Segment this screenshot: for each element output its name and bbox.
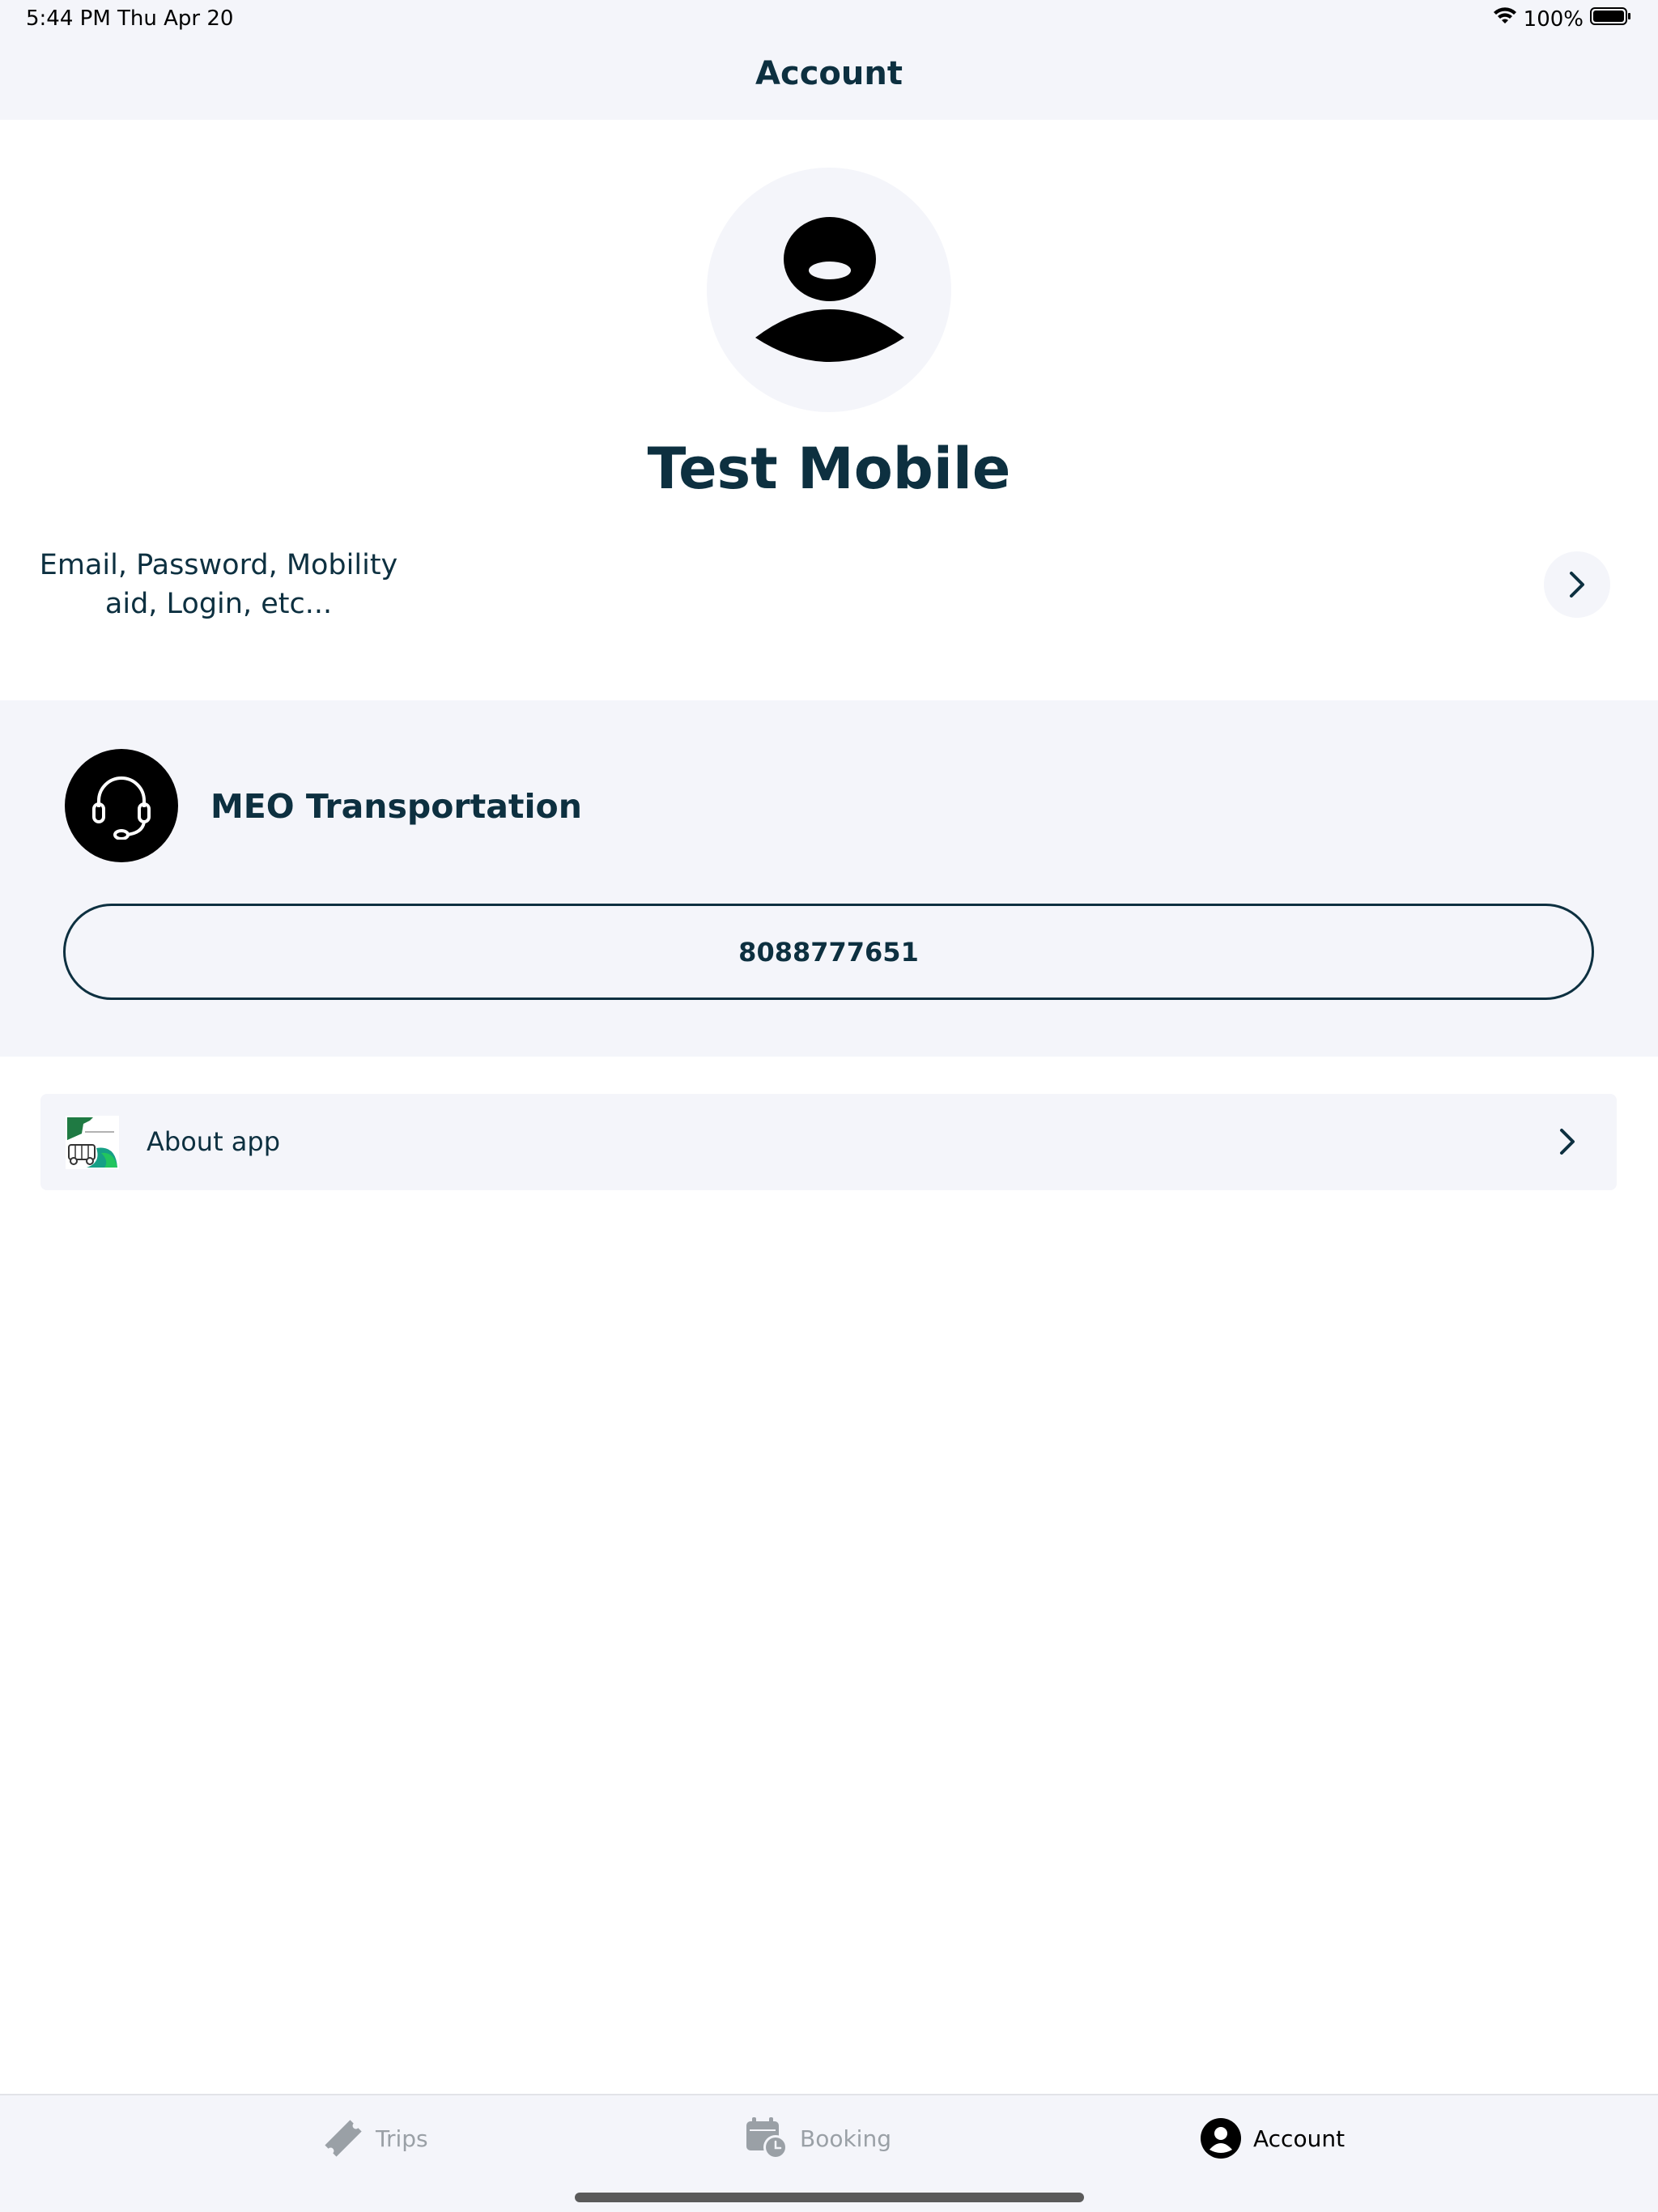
status-indicators: 100% bbox=[1493, 6, 1632, 32]
person-icon bbox=[755, 217, 904, 362]
tab-booking-label: Booking bbox=[800, 2125, 891, 2152]
app-logo-icon bbox=[66, 1116, 119, 1169]
profile-desc-line2: aid, Login, etc... bbox=[104, 588, 333, 620]
profile-settings-link[interactable]: Email, Password, Mobility aid, Login, et… bbox=[32, 546, 405, 623]
calendar-clock-icon bbox=[746, 2117, 788, 2159]
support-name: MEO Transportation bbox=[210, 787, 582, 826]
top-bar: 5:44 PM Thu Apr 20 100% Account bbox=[0, 0, 1658, 120]
account-screen: 5:44 PM Thu Apr 20 100% Account Test Mob… bbox=[0, 0, 1658, 2212]
page-title: Account bbox=[755, 55, 903, 92]
call-phone-button[interactable]: 8088777651 bbox=[63, 904, 1594, 1000]
tab-account[interactable]: Account bbox=[1200, 2113, 1345, 2163]
status-time-date: 5:44 PM Thu Apr 20 bbox=[26, 6, 234, 31]
avatar bbox=[707, 168, 951, 412]
chevron-right-icon bbox=[1560, 1129, 1575, 1155]
ticket-icon bbox=[325, 2120, 362, 2157]
battery-percent: 100% bbox=[1523, 6, 1584, 32]
tab-booking[interactable]: Booking bbox=[745, 2113, 891, 2163]
support-section: MEO Transportation 8088777651 bbox=[0, 700, 1658, 1057]
chevron-right-icon bbox=[1570, 572, 1584, 598]
about-app-label: About app bbox=[147, 1126, 281, 1157]
tab-trips-label: Trips bbox=[376, 2125, 428, 2152]
home-indicator[interactable] bbox=[575, 2193, 1084, 2202]
battery-icon bbox=[1590, 6, 1632, 32]
wifi-icon bbox=[1493, 6, 1517, 32]
headset-badge bbox=[65, 749, 178, 862]
user-circle-icon bbox=[1201, 2118, 1241, 2159]
about-app-row[interactable]: About app bbox=[40, 1094, 1617, 1190]
profile-details-button[interactable] bbox=[1544, 551, 1610, 618]
tab-account-label: Account bbox=[1253, 2125, 1346, 2152]
tab-bar: Trips Booking Account bbox=[0, 2094, 1658, 2212]
profile-desc-line1: Email, Password, Mobility bbox=[39, 549, 398, 581]
headset-icon bbox=[92, 776, 151, 840]
profile-name: Test Mobile bbox=[647, 436, 1011, 502]
tab-trips[interactable]: Trips bbox=[322, 2113, 428, 2163]
